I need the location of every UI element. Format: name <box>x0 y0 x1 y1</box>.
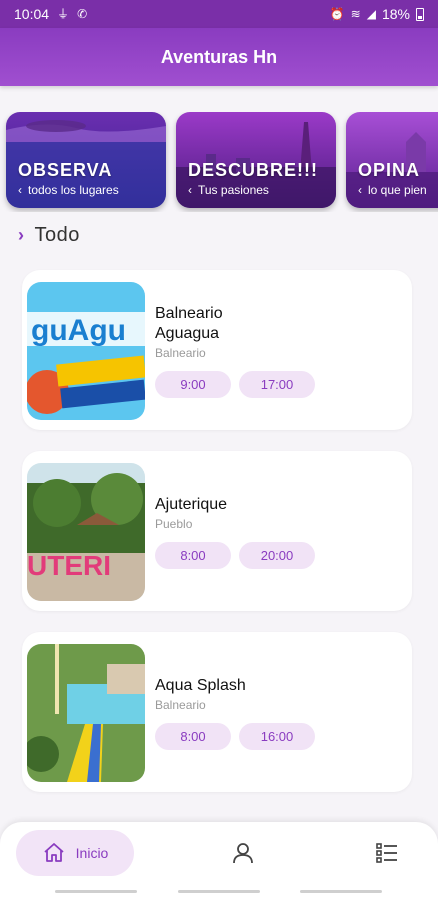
place-card[interactable]: Aqua Splash Balneario 8:00 16:00 <box>22 632 412 792</box>
banner-title: OBSERVA <box>18 160 113 180</box>
place-type: Pueblo <box>155 517 193 531</box>
profile-icon[interactable] <box>230 840 256 866</box>
status-bar: 10:04 ⏚ ✆ ⏰ ≋ ◢ 18% <box>0 0 438 28</box>
banner-title: OPINA <box>358 160 421 180</box>
place-card[interactable]: guAgu Balneario Aguagua Balneario 9:00 1… <box>22 270 412 430</box>
chevron-right-icon: › <box>18 225 25 245</box>
nav-home[interactable]: Inicio <box>16 830 134 876</box>
nav-home-label: Inicio <box>75 845 109 861</box>
banner-descubre[interactable]: DESCUBRE!!! ‹ Tus pasiones <box>176 112 336 208</box>
alarm-icon: ⏰ <box>329 7 345 21</box>
battery-icon <box>416 7 424 21</box>
banner-title: DESCUBRE!!! <box>188 160 318 180</box>
signal-icon: ◢ <box>366 7 376 21</box>
place-image <box>27 644 145 782</box>
place-image: UTERI <box>27 463 145 601</box>
place-card[interactable]: UTERI Ajuterique Pueblo 8:00 20:00 <box>22 451 412 611</box>
open-time-badge: 8:00 <box>155 542 231 569</box>
sign-text: UTERI <box>27 550 111 581</box>
chevron-left-icon: ‹ <box>358 183 362 197</box>
place-type: Balneario <box>155 346 206 360</box>
section-title: Todo <box>34 224 80 246</box>
section-header: › Todo <box>18 224 80 247</box>
gesture-bar <box>178 890 260 893</box>
phone-icon: ✆ <box>77 7 88 21</box>
banner-subtitle: lo que pien <box>368 183 427 197</box>
chevron-left-icon: ‹ <box>18 183 22 197</box>
bottom-nav: Inicio <box>0 822 438 900</box>
banner-subtitle: Tus pasiones <box>198 183 269 197</box>
close-time-badge: 16:00 <box>239 723 315 750</box>
banner-carousel[interactable]: OBSERVA ‹ todos los lugares DESCUBRE!!! ‹… <box>0 112 438 212</box>
app-bar: Aventuras Hn <box>0 28 438 86</box>
banner-opina[interactable]: OPINA ‹ lo que pien <box>346 112 438 208</box>
status-time: 10:04 <box>14 6 50 22</box>
wifi-icon: ≋ <box>350 7 361 21</box>
close-time-badge: 17:00 <box>239 371 315 398</box>
home-icon <box>44 843 64 862</box>
banner-subtitle: todos los lugares <box>28 183 119 197</box>
place-name: Aqua Splash <box>155 677 246 694</box>
banner-observa[interactable]: OBSERVA ‹ todos los lugares <box>6 112 166 208</box>
usb-icon: ⏚ <box>57 7 70 21</box>
place-type: Balneario <box>155 698 206 712</box>
logo-text: guAgu <box>31 314 126 347</box>
chevron-left-icon: ‹ <box>188 183 192 197</box>
place-image: guAgu <box>27 282 145 420</box>
list-icon[interactable] <box>374 840 400 866</box>
open-time-badge: 9:00 <box>155 371 231 398</box>
place-name: Balneario Aguagua <box>155 305 223 342</box>
gesture-bar <box>55 890 137 893</box>
battery-percent: 18% <box>381 6 410 22</box>
app-title: Aventuras Hn <box>160 46 278 67</box>
place-name: Ajuterique <box>155 496 228 513</box>
open-time-badge: 8:00 <box>155 723 231 750</box>
gesture-bar <box>300 890 382 893</box>
close-time-badge: 20:00 <box>239 542 315 569</box>
